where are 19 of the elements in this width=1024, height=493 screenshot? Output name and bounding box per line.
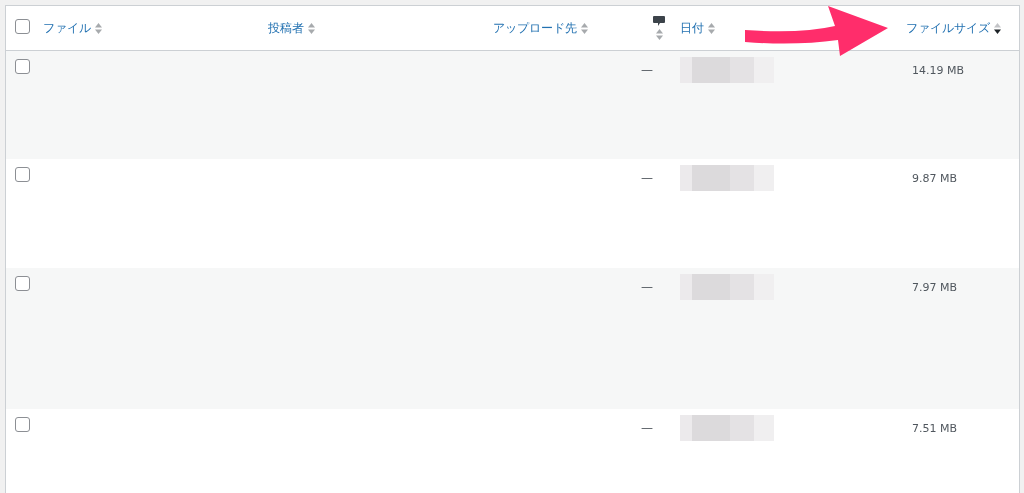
file-size: 14.19 MB [912, 64, 965, 77]
column-header-link[interactable]: 日付 [680, 19, 704, 37]
file-size: 9.87 MB [912, 172, 958, 185]
file-size: 7.97 MB [912, 281, 958, 294]
column-header-link[interactable]: ファイル [43, 19, 91, 37]
comment-count: — [641, 280, 653, 294]
comment-count: — [641, 171, 653, 185]
comment-count: — [641, 63, 653, 77]
column-header-link[interactable]: ファイルサイズ [906, 19, 990, 37]
select-all-checkbox[interactable] [15, 18, 30, 34]
comment-icon[interactable] [653, 16, 665, 27]
row-checkbox[interactable] [15, 59, 30, 74]
column-header-link[interactable]: 投稿者 [268, 19, 304, 37]
comment-count: — [641, 421, 653, 435]
row-checkbox[interactable] [15, 417, 30, 432]
row-checkbox[interactable] [15, 276, 30, 291]
file-size: 7.51 MB [912, 422, 958, 435]
row-checkbox[interactable] [15, 167, 30, 182]
column-header-link[interactable]: アップロード先 [493, 19, 577, 37]
